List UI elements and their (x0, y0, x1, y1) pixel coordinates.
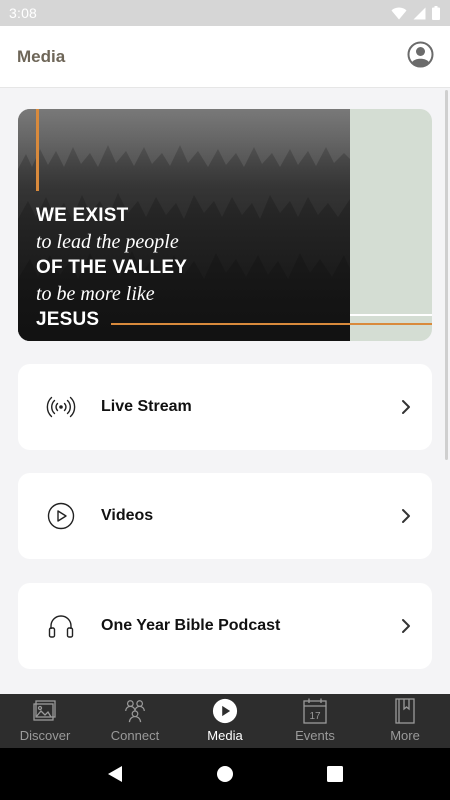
calendar-day-text: 17 (309, 711, 321, 722)
chevron-right-icon (400, 399, 412, 415)
videos-card[interactable]: Videos (18, 473, 432, 559)
signal-icon (413, 7, 426, 20)
connect-icon (122, 697, 148, 725)
tab-media[interactable]: Media (180, 694, 270, 748)
tab-discover[interactable]: Discover (0, 694, 90, 748)
banner-line-4: to be more like (36, 283, 155, 305)
chevron-right-icon (400, 508, 412, 524)
page-title: Media (17, 46, 66, 66)
system-nav-bar (0, 748, 450, 800)
home-icon[interactable] (215, 764, 235, 784)
profile-avatar-icon[interactable] (407, 41, 434, 73)
battery-icon (432, 6, 440, 20)
banner-accent-white (350, 314, 432, 316)
tab-label-media: Media (207, 728, 243, 743)
scrollbar[interactable] (445, 90, 448, 460)
headphones-icon (46, 612, 76, 640)
chevron-right-icon (400, 618, 412, 634)
recents-icon[interactable] (325, 764, 345, 784)
discover-icon (32, 697, 58, 725)
broadcast-icon (46, 393, 76, 421)
tab-label-discover: Discover (19, 728, 71, 743)
mission-banner[interactable]: WE EXIST to lead the people OF THE VALLE… (18, 109, 432, 341)
calendar-icon: 17 (302, 697, 328, 725)
tab-events[interactable]: 17 Events (270, 694, 360, 748)
videos-label: Videos (101, 507, 154, 524)
banner-line-1: WE EXIST (36, 205, 129, 226)
banner-line-2: to lead the people (36, 231, 179, 253)
bottom-tab-bar: Discover Connect Media 17 Events More (0, 694, 450, 748)
tab-label-events: Events (295, 728, 335, 743)
wifi-icon (391, 7, 407, 20)
tab-label-more: More (390, 728, 420, 743)
podcast-label: One Year Bible Podcast (101, 617, 281, 634)
tab-connect[interactable]: Connect (90, 694, 180, 748)
back-icon[interactable] (105, 764, 125, 784)
podcast-card[interactable]: One Year Bible Podcast (18, 583, 432, 669)
banner-text: WE EXIST to lead the people OF THE VALLE… (36, 203, 187, 333)
tab-more[interactable]: More (360, 694, 450, 748)
banner-line-5: JESUS (36, 309, 100, 330)
status-icons (391, 6, 440, 20)
live-stream-card[interactable]: Live Stream (18, 364, 432, 450)
play-circle-icon (46, 502, 76, 530)
media-play-icon (212, 697, 238, 725)
bookmark-book-icon (392, 697, 418, 725)
live-stream-label: Live Stream (101, 398, 192, 415)
media-content[interactable]: WE EXIST to lead the people OF THE VALLE… (0, 89, 450, 694)
app-header: Media (0, 26, 450, 88)
banner-accent-vertical (36, 109, 39, 191)
status-time: 3:08 (9, 5, 38, 21)
banner-line-3: OF THE VALLEY (36, 257, 188, 278)
tab-label-connect: Connect (110, 728, 160, 743)
status-bar: 3:08 (0, 0, 450, 26)
